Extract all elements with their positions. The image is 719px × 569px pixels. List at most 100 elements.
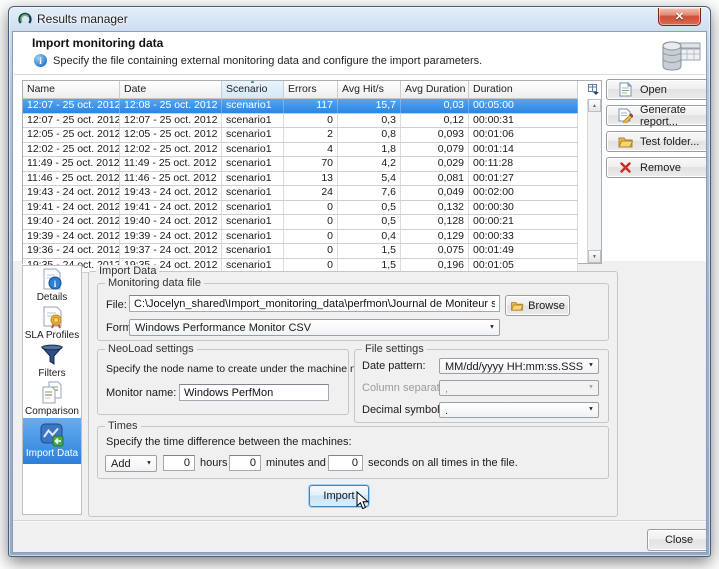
decimal-symbol-combobox[interactable]: . ▼: [439, 402, 599, 418]
import-data-icon: [39, 423, 65, 447]
format-combobox[interactable]: Windows Performance Monitor CSV ▼: [129, 319, 500, 336]
table-cell: 19:39 - 24 oct. 2012: [120, 230, 222, 244]
table-row[interactable]: 12:02 - 25 oct. 201212:02 - 25 oct. 2012…: [23, 143, 578, 158]
table-cell: scenario1: [222, 186, 284, 200]
column-header-errors[interactable]: Errors: [284, 81, 338, 98]
import-button-label: Import: [323, 490, 354, 502]
column-chooser-icon[interactable]: [587, 83, 600, 96]
table-cell: scenario1: [222, 259, 284, 273]
remove-button[interactable]: Remove: [606, 157, 707, 178]
table-cell: scenario1: [222, 215, 284, 229]
folder-icon: [618, 134, 633, 149]
column-separator-combobox: , ▼: [439, 380, 599, 396]
column-header-label: Name: [27, 83, 55, 95]
open-button[interactable]: Open: [606, 79, 707, 100]
chevron-down-icon: ▼: [146, 456, 152, 470]
file-path-input[interactable]: [129, 295, 500, 312]
scroll-up-icon[interactable]: ▲: [588, 99, 601, 112]
table-row[interactable]: 19:39 - 24 oct. 201219:39 - 24 oct. 2012…: [23, 230, 578, 245]
monitor-name-input[interactable]: [179, 384, 329, 401]
table-cell: 15,7: [338, 99, 401, 113]
test-folder-label: Test folder...: [640, 136, 699, 148]
column-header-label: Date: [124, 83, 146, 95]
table-row[interactable]: 19:41 - 24 oct. 201219:41 - 24 oct. 2012…: [23, 201, 578, 216]
window-close-button[interactable]: ✕: [658, 8, 701, 26]
table-cell: 0,4: [338, 230, 401, 244]
table-cell: 19:39 - 24 oct. 2012: [23, 230, 120, 244]
info-icon: i: [34, 54, 47, 67]
date-pattern-value: MM/dd/yyyy HH:mm:ss.SSS: [445, 361, 583, 373]
table-cell: scenario1: [222, 128, 284, 142]
column-header-name[interactable]: Name: [23, 81, 120, 98]
column-header-label: Avg Hit/s: [342, 83, 384, 95]
table-cell: scenario1: [222, 172, 284, 186]
browse-button[interactable]: Browse: [505, 295, 570, 316]
table-cell: 11:49 - 25 oct. 2012: [23, 157, 120, 171]
results-table: Name Date Scenario▲ Errors Avg Hit/s Avg Dura…: [22, 80, 602, 264]
chevron-down-icon: ▼: [588, 380, 594, 394]
test-folder-button[interactable]: Test folder...: [606, 131, 707, 152]
table-cell: scenario1: [222, 201, 284, 215]
table-row[interactable]: 19:40 - 24 oct. 201219:40 - 24 oct. 2012…: [23, 215, 578, 230]
table-cell: 19:36 - 24 oct. 2012: [23, 244, 120, 258]
table-cell: 0,129: [401, 230, 469, 244]
table-row[interactable]: 19:36 - 24 oct. 201219:37 - 24 oct. 2012…: [23, 244, 578, 259]
close-button[interactable]: Close: [647, 529, 707, 551]
date-pattern-combobox[interactable]: MM/dd/yyyy HH:mm:ss.SSS ▼: [439, 358, 599, 374]
mouse-cursor: [356, 491, 369, 510]
table-row[interactable]: 11:46 - 25 oct. 201211:46 - 25 oct. 2012…: [23, 172, 578, 187]
app-logo-icon: [18, 12, 32, 26]
sidebar-item-filters[interactable]: Filters: [23, 342, 81, 380]
time-mode-combobox[interactable]: Add ▼: [105, 455, 157, 472]
scroll-down-icon[interactable]: ▼: [588, 250, 601, 263]
sidebar-item-comparison[interactable]: Comparison: [23, 380, 81, 418]
minutes-input[interactable]: [229, 455, 261, 471]
column-header-avg-hit-s[interactable]: Avg Hit/s: [338, 81, 401, 98]
sidebar-item-label: Details: [37, 292, 68, 303]
table-row[interactable]: 12:07 - 25 oct. 2012_112:08 - 25 oct. 20…: [23, 99, 578, 114]
column-header-duration[interactable]: Duration: [469, 81, 578, 98]
seconds-label: seconds on all times in the file.: [368, 457, 518, 469]
hours-input[interactable]: [163, 455, 195, 471]
neoload-hint: Specify the node name to create under th…: [106, 363, 376, 375]
table-cell: 2: [284, 128, 338, 142]
column-header-scenario[interactable]: Scenario▲: [222, 81, 284, 98]
table-row[interactable]: 12:05 - 25 oct. 201212:05 - 25 oct. 2012…: [23, 128, 578, 143]
table-cell: 12:08 - 25 oct. 2012: [120, 99, 222, 113]
decimal-symbol-value: .: [445, 405, 448, 417]
table-cell: 1,8: [338, 143, 401, 157]
sidebar-item-details[interactable]: i Details: [23, 266, 81, 304]
date-pattern-label: Date pattern:: [362, 360, 426, 372]
table-row[interactable]: 11:49 - 25 oct. 201211:49 - 25 oct. 2012…: [23, 157, 578, 172]
table-cell: 00:00:33: [469, 230, 578, 244]
generate-report-button[interactable]: Generate report...: [606, 105, 707, 126]
column-header-avg-duration[interactable]: Avg Duration: [401, 81, 469, 98]
table-cell: 00:00:30: [469, 201, 578, 215]
table-cell: 0,196: [401, 259, 469, 273]
table-vertical-scrollbar[interactable]: ▲ ▼: [587, 99, 601, 263]
sidebar-item-sla-profiles[interactable]: SLA Profiles: [23, 304, 81, 342]
table-cell: 0,5: [338, 201, 401, 215]
generate-report-label: Generate report...: [640, 104, 707, 128]
table-cell: 0: [284, 215, 338, 229]
title-bar[interactable]: Results manager ✕: [9, 7, 710, 31]
table-cell: 0,079: [401, 143, 469, 157]
table-cell: 00:00:31: [469, 114, 578, 128]
table-cell: 24: [284, 186, 338, 200]
table-row[interactable]: 12:07 - 25 oct. 201212:07 - 25 oct. 2012…: [23, 114, 578, 129]
filters-icon: [39, 343, 65, 367]
column-header-label: Errors: [288, 83, 317, 95]
table-row[interactable]: 19:43 - 24 oct. 201219:43 - 24 oct. 2012…: [23, 186, 578, 201]
file-label: File:: [106, 299, 127, 311]
column-header-date[interactable]: Date: [120, 81, 222, 98]
times-hint: Specify the time difference between the …: [106, 436, 352, 448]
remove-x-icon: [618, 160, 633, 175]
table-cell: scenario1: [222, 230, 284, 244]
table-cell: 0: [284, 114, 338, 128]
table-cell: 0,5: [338, 215, 401, 229]
page-subtitle: Specify the file containing external mon…: [53, 55, 482, 67]
seconds-input[interactable]: [328, 455, 363, 471]
sidebar-item-label: Comparison: [25, 406, 79, 417]
table-cell: 0: [284, 230, 338, 244]
sidebar-item-import-data[interactable]: Import Data: [23, 418, 81, 464]
